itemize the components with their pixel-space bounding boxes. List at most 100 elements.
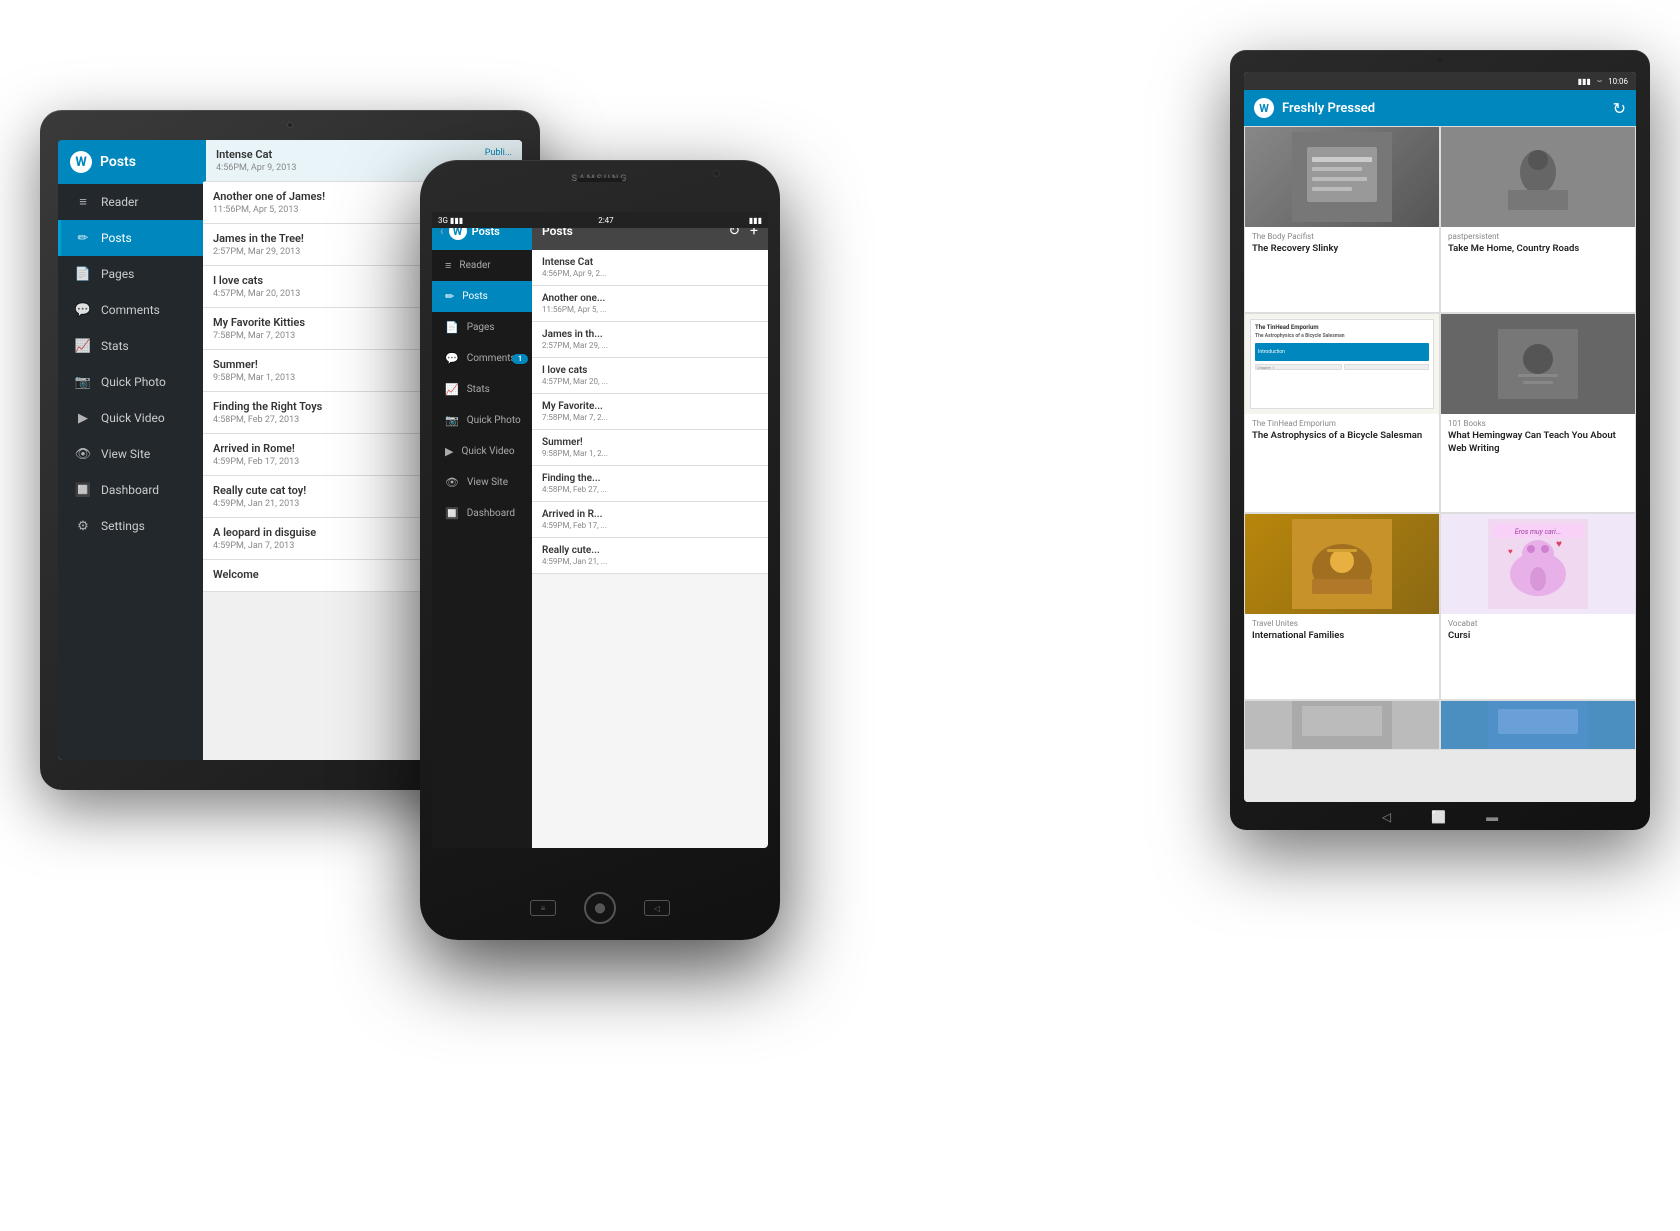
time-display: 10:06 — [1608, 77, 1628, 86]
list-item[interactable]: Really cute... 4:59PM, Jan 21, ... — [532, 538, 768, 574]
list-item[interactable]: Intense Cat 4:56PM, Apr 9, 2... — [532, 250, 768, 286]
phone-sidebar-stats[interactable]: 📈 Stats — [432, 374, 532, 405]
stats-icon: 📈 — [75, 338, 91, 354]
grid-item-vocabat[interactable]: ♥ ♥ Eros muy cari... Vocabat Cursi — [1440, 513, 1636, 700]
phone-sidebar-pages[interactable]: 📄 Pages — [432, 312, 532, 343]
phone-viewsite-label: View Site — [467, 477, 508, 488]
reader-label: Reader — [101, 195, 138, 209]
post-status: Publi... — [485, 148, 512, 158]
item-source: Vocabat — [1448, 619, 1628, 628]
scene: W Posts ≡ Reader ✏ Posts 📄 Pages — [0, 0, 1680, 1231]
phone-camera — [713, 170, 720, 177]
list-item[interactable]: Arrived in R... 4:59PM, Feb 17, ... — [532, 502, 768, 538]
phone-sidebar-quick-photo[interactable]: 📷 Quick Photo — [432, 405, 532, 436]
tablet-right-nav-bar: ◁ ⬜ ▬ — [1244, 806, 1636, 828]
sidebar-item-view-site[interactable]: 👁 View Site — [58, 436, 203, 472]
phone-dash-label: Dashboard — [467, 508, 515, 519]
sidebar-item-comments[interactable]: 💬 Comments — [58, 292, 203, 328]
back-button[interactable]: ◁ — [644, 900, 670, 916]
post-title: Summer! — [542, 437, 758, 448]
phone-posts-icon: ✏ — [445, 290, 454, 303]
tablet-right-toolbar: W Freshly Pressed ↻ — [1244, 90, 1636, 126]
phone-sidebar-dashboard[interactable]: 🔲 Dashboard — [432, 498, 532, 529]
post-title: Finding the... — [542, 473, 758, 484]
phone-sidebar-reader[interactable]: ≡ Reader — [432, 250, 532, 281]
wp-logo-icon: W — [70, 151, 92, 173]
post-meta: 7:58PM, Mar 7, 2... — [542, 413, 758, 422]
posts-label: Posts — [101, 231, 132, 245]
grid-item-text: Vocabat Cursi — [1441, 614, 1635, 699]
svg-text:Eros muy cari...: Eros muy cari... — [1515, 528, 1561, 536]
grid-item-text: 101 Books What Hemingway Can Teach You A… — [1441, 414, 1635, 512]
nav-home-icon[interactable]: ⬜ — [1431, 810, 1446, 824]
post-meta: 4:58PM, Feb 27, ... — [542, 485, 758, 494]
sidebar-item-quick-photo[interactable]: 📷 Quick Photo — [58, 364, 203, 400]
home-button-icon: ⬤ — [594, 903, 605, 914]
phone-status-bar: 3G ▮▮▮ 2:47 ▮▮▮ — [432, 212, 768, 228]
phone-stats-icon: 📈 — [445, 383, 459, 396]
grid-item-body-pacifist[interactable]: The Body Pacifist The Recovery Slinky — [1244, 126, 1440, 313]
grid-item-pastpersistent[interactable]: pastpersistent Take Me Home, Country Roa… — [1440, 126, 1636, 313]
grid-item-text: pastpersistent Take Me Home, Country Roa… — [1441, 227, 1635, 312]
quick-photo-icon: 📷 — [75, 374, 91, 390]
list-item[interactable]: Summer! 9:58PM, Mar 1, 2... — [532, 430, 768, 466]
list-item[interactable]: I love cats 4:57PM, Mar 20, ... — [532, 358, 768, 394]
grid-item-partial-right[interactable] — [1440, 700, 1636, 750]
comments-badge: 1 — [512, 354, 528, 364]
phone-reader-label: Reader — [459, 260, 490, 271]
dashboard-label: Dashboard — [101, 483, 159, 497]
post-meta: 4:56PM, Apr 9, 2... — [542, 269, 758, 278]
item-title: Cursi — [1448, 630, 1628, 642]
item-source: pastpersistent — [1448, 232, 1628, 241]
thumb-101books — [1441, 314, 1635, 414]
home-button[interactable]: ⬤ — [584, 892, 616, 924]
grid-item-tinhead[interactable]: The TinHead Emporium The Astrophysics of… — [1244, 313, 1440, 513]
grid-item-101books[interactable]: 101 Books What Hemingway Can Teach You A… — [1440, 313, 1636, 513]
phone-sidebar-quick-video[interactable]: ▶ Quick Video — [432, 436, 532, 467]
tablet-left-sidebar-title: Posts — [100, 154, 136, 170]
tablet-right-camera — [1438, 58, 1443, 63]
reader-icon: ≡ — [75, 194, 91, 210]
sidebar-item-reader[interactable]: ≡ Reader — [58, 184, 203, 220]
settings-icon: ⚙ — [75, 518, 91, 534]
phone-qphoto-label: Quick Photo — [467, 415, 521, 426]
list-item[interactable]: Finding the... 4:58PM, Feb 27, ... — [532, 466, 768, 502]
quick-video-icon: ▶ — [75, 410, 91, 426]
thumb-pastpersistent — [1441, 127, 1635, 227]
list-item[interactable]: Another one... 11:56PM, Apr 5, ... — [532, 286, 768, 322]
menu-button[interactable]: ≡ — [530, 900, 556, 916]
sidebar-item-stats[interactable]: 📈 Stats — [58, 328, 203, 364]
phone-sidebar-view-site[interactable]: 👁 View Site — [432, 467, 532, 498]
grid-item-partial-left[interactable] — [1244, 700, 1440, 750]
tablet-left-camera — [287, 122, 293, 128]
phone-sidebar-comments[interactable]: 💬 Comments 1 — [432, 343, 532, 374]
grid-item-text: The TinHead Emporium The Astrophysics of… — [1245, 414, 1439, 512]
grid-item-travel[interactable]: Travel Unites International Families — [1244, 513, 1440, 700]
phone-reader-icon: ≡ — [445, 259, 451, 272]
phone-stats-label: Stats — [467, 384, 490, 395]
phone-nav-buttons: ≡ ⬤ ◁ — [420, 892, 780, 924]
thumb-partial-left — [1245, 701, 1439, 750]
sidebar-item-dashboard[interactable]: 🔲 Dashboard — [58, 472, 203, 508]
stats-label: Stats — [101, 339, 129, 353]
sidebar-item-quick-video[interactable]: ▶ Quick Video — [58, 400, 203, 436]
tablet-right-body: ▮▮▮ ⌣ 10:06 W Freshly Pressed ↻ — [1230, 50, 1650, 830]
tablet-right-status-bar: ▮▮▮ ⌣ 10:06 — [1244, 72, 1636, 90]
item-source: 101 Books — [1448, 419, 1628, 428]
sidebar-item-pages[interactable]: 📄 Pages — [58, 256, 203, 292]
list-item[interactable]: James in th... 2:57PM, Mar 29, ... — [532, 322, 768, 358]
sidebar-item-settings[interactable]: ⚙ Settings — [58, 508, 203, 544]
wifi-icon: ⌣ — [1597, 76, 1602, 86]
sidebar-item-posts[interactable]: ✏ Posts — [58, 220, 203, 256]
phone-sidebar-posts[interactable]: ✏ Posts — [432, 281, 532, 312]
nav-back-icon[interactable]: ◁ — [1382, 810, 1391, 824]
nav-recent-icon[interactable]: ▬ — [1486, 810, 1498, 824]
item-title: Take Me Home, Country Roads — [1448, 243, 1628, 255]
toolbar-refresh-icon[interactable]: ↻ — [1613, 99, 1626, 118]
dashboard-icon: 🔲 — [75, 482, 91, 498]
post-meta: 2:57PM, Mar 29, ... — [542, 341, 758, 350]
phone-speaker — [578, 178, 623, 182]
item-title: What Hemingway Can Teach You About Web W… — [1448, 430, 1628, 455]
item-source: Travel Unites — [1252, 619, 1432, 628]
list-item[interactable]: My Favorite... 7:58PM, Mar 7, 2... — [532, 394, 768, 430]
